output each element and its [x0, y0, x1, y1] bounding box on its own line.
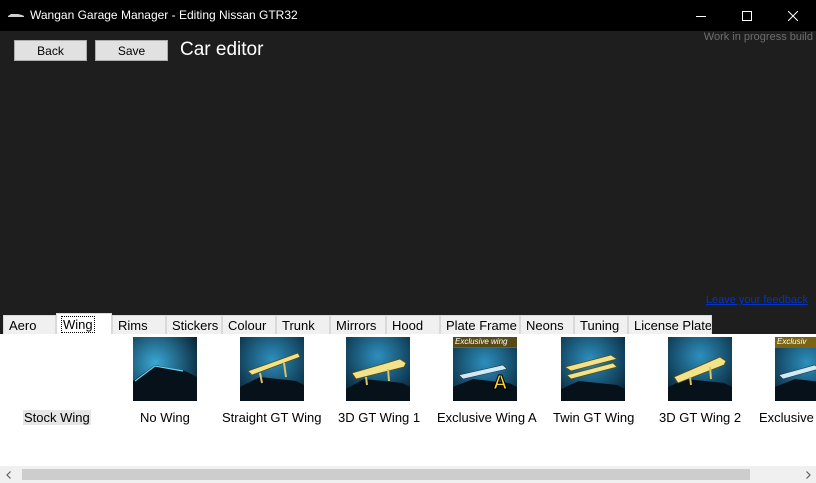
- tab-trunk[interactable]: Trunk: [276, 315, 330, 335]
- wing-option-label: No Wing: [140, 410, 190, 425]
- maximize-icon: [742, 10, 752, 21]
- wing-option-label: 3D GT Wing 1: [338, 410, 421, 425]
- tab-rims[interactable]: Rims: [112, 315, 166, 335]
- tab-hood[interactable]: Hood: [386, 315, 440, 335]
- no-wing-thumbnail: [133, 337, 197, 401]
- tab-plate-frame[interactable]: Plate Frame: [440, 315, 520, 335]
- wing-option-exclusive-a[interactable]: A Exclusive wing Exclusive Wing A: [435, 337, 539, 427]
- wing-option-label: Twin GT Wing: [553, 410, 635, 425]
- feedback-link[interactable]: Leave your feedback: [706, 294, 808, 306]
- part-tabs: Aero Wing Rims Stickers Colour Trunk Mir…: [0, 313, 816, 335]
- wing-option-exclusive-partial[interactable]: Exclusiv Exclusive: [758, 337, 816, 427]
- straight-gt-wing-thumbnail: [240, 337, 304, 401]
- minimize-icon: [696, 15, 706, 17]
- page-title: Car editor: [180, 39, 264, 60]
- app-car-icon: [8, 14, 24, 17]
- wing-option-label: Exclusive: [759, 410, 814, 425]
- wing-option-label: Exclusive Wing A: [437, 410, 537, 425]
- wing-option-twin-gt[interactable]: Twin GT Wing: [550, 337, 638, 427]
- tab-mirrors[interactable]: Mirrors: [330, 315, 386, 335]
- wing-option-no-wing[interactable]: No Wing: [128, 337, 208, 427]
- wing-option-straight-gt[interactable]: Straight GT Wing: [218, 337, 326, 427]
- tab-colour[interactable]: Colour: [222, 315, 276, 335]
- horizontal-scrollbar[interactable]: [0, 466, 816, 483]
- tab-aero[interactable]: Aero: [3, 315, 56, 335]
- maximize-button[interactable]: [724, 0, 770, 31]
- title-bar: Wangan Garage Manager - Editing Nissan G…: [0, 0, 816, 31]
- tab-wing-label: Wing: [61, 316, 95, 333]
- exclusive-wing-a-thumbnail: A Exclusive wing: [453, 337, 517, 401]
- tab-license-plate[interactable]: License Plate: [628, 315, 712, 335]
- scroll-right-button[interactable]: [799, 466, 816, 483]
- 3d-gt-wing-1-thumbnail: [346, 337, 410, 401]
- window-title: Wangan Garage Manager - Editing Nissan G…: [30, 8, 298, 22]
- wing-option-label: Straight GT Wing: [222, 410, 322, 425]
- wing-option-label: Stock Wing: [23, 410, 91, 425]
- scroll-thumb[interactable]: [22, 469, 750, 480]
- tab-tuning[interactable]: Tuning: [574, 315, 628, 335]
- editor-area: Back Save Car editor Work in progress bu…: [0, 31, 816, 483]
- close-icon: [788, 10, 798, 21]
- wing-option-label: 3D GT Wing 2: [659, 410, 742, 425]
- wing-option-stock[interactable]: Stock Wing: [20, 337, 100, 427]
- tab-stickers[interactable]: Stickers: [166, 315, 222, 335]
- exclusive-badge: Exclusiv: [777, 337, 807, 346]
- wing-options-panel: Stock Wing No Wing Straight GT Wing 3D G…: [0, 334, 816, 483]
- chevron-right-icon: [805, 470, 811, 479]
- scroll-left-button[interactable]: [0, 466, 17, 483]
- exclusive-wing-thumbnail: Exclusiv: [775, 337, 816, 401]
- close-button[interactable]: [770, 0, 816, 31]
- wing-option-3d-gt-2[interactable]: 3D GT Wing 2: [656, 337, 748, 427]
- back-button[interactable]: Back: [14, 40, 87, 61]
- tab-neons[interactable]: Neons: [520, 315, 574, 335]
- twin-gt-wing-thumbnail: [561, 337, 625, 401]
- minimize-button[interactable]: [678, 0, 724, 31]
- chevron-left-icon: [5, 470, 11, 479]
- exclusive-badge: Exclusive wing: [455, 337, 508, 346]
- svg-text:A: A: [493, 372, 507, 394]
- wing-option-3d-gt-1[interactable]: 3D GT Wing 1: [334, 337, 426, 427]
- tab-wing[interactable]: Wing: [56, 313, 112, 335]
- save-button[interactable]: Save: [95, 40, 168, 61]
- build-notice: Work in progress build: [703, 31, 813, 43]
- 3d-gt-wing-2-thumbnail: [668, 337, 732, 401]
